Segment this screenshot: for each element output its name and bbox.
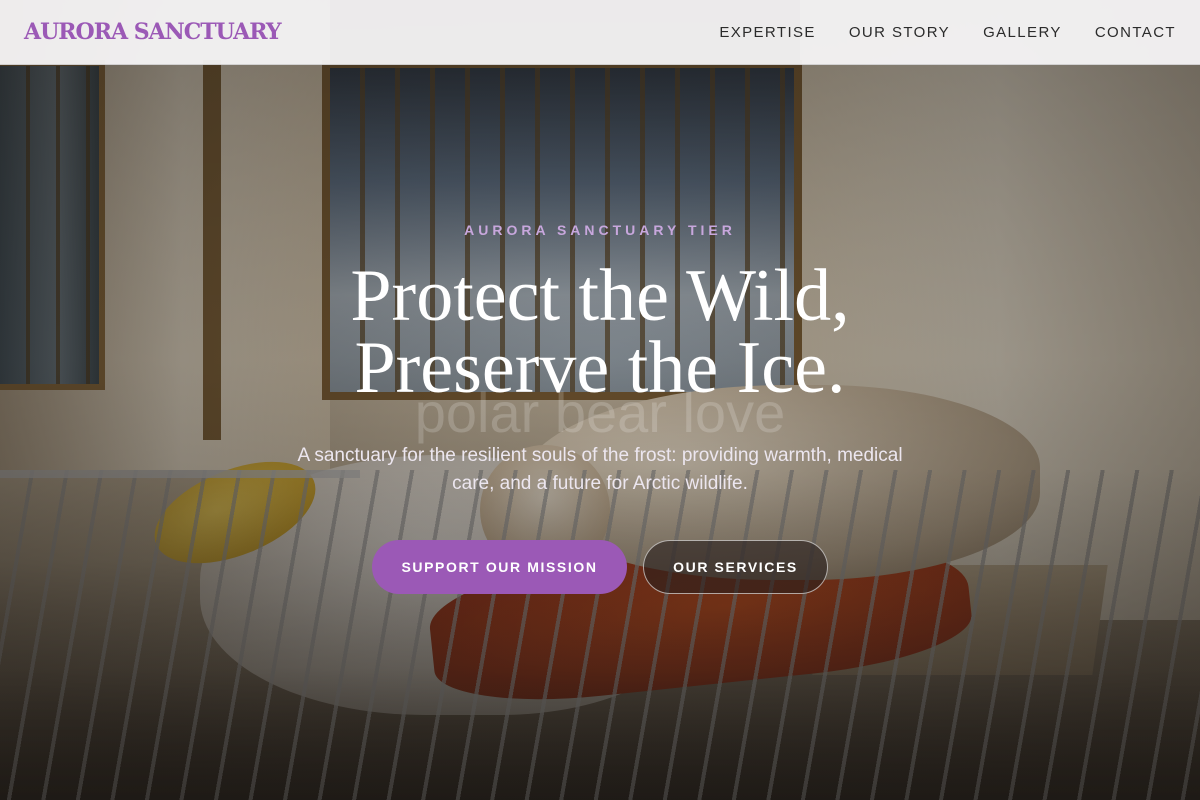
site-header: AURORA SANCTUARY EXPERTISE OUR STORY GAL… [0, 0, 1200, 65]
nav-link-contact[interactable]: CONTACT [1095, 24, 1176, 41]
main-nav: EXPERTISE OUR STORY GALLERY CONTACT [719, 24, 1176, 41]
support-mission-button[interactable]: SUPPORT OUR MISSION [372, 540, 627, 594]
nav-link-our-story[interactable]: OUR STORY [849, 24, 950, 41]
nav-link-gallery[interactable]: GALLERY [983, 24, 1062, 41]
hero-headline: Protect the Wild, Preserve the Ice. [0, 259, 1200, 405]
headline-line-2: Preserve the Ice. [354, 327, 846, 409]
hero-subtitle: A sanctuary for the resilient souls of t… [297, 445, 903, 494]
brand-logo[interactable]: AURORA SANCTUARY [24, 19, 282, 45]
nav-link-expertise[interactable]: EXPERTISE [719, 24, 816, 41]
hero-eyebrow: AURORA SANCTUARY TIER [464, 222, 736, 238]
headline-line-1: Protect the Wild, [350, 255, 850, 337]
our-services-button[interactable]: OUR SERVICES [643, 540, 828, 594]
hero-actions: SUPPORT OUR MISSION OUR SERVICES [0, 540, 1200, 594]
hero-section: AURORA SANCTUARY TIER Protect the Wild, … [0, 222, 1200, 594]
